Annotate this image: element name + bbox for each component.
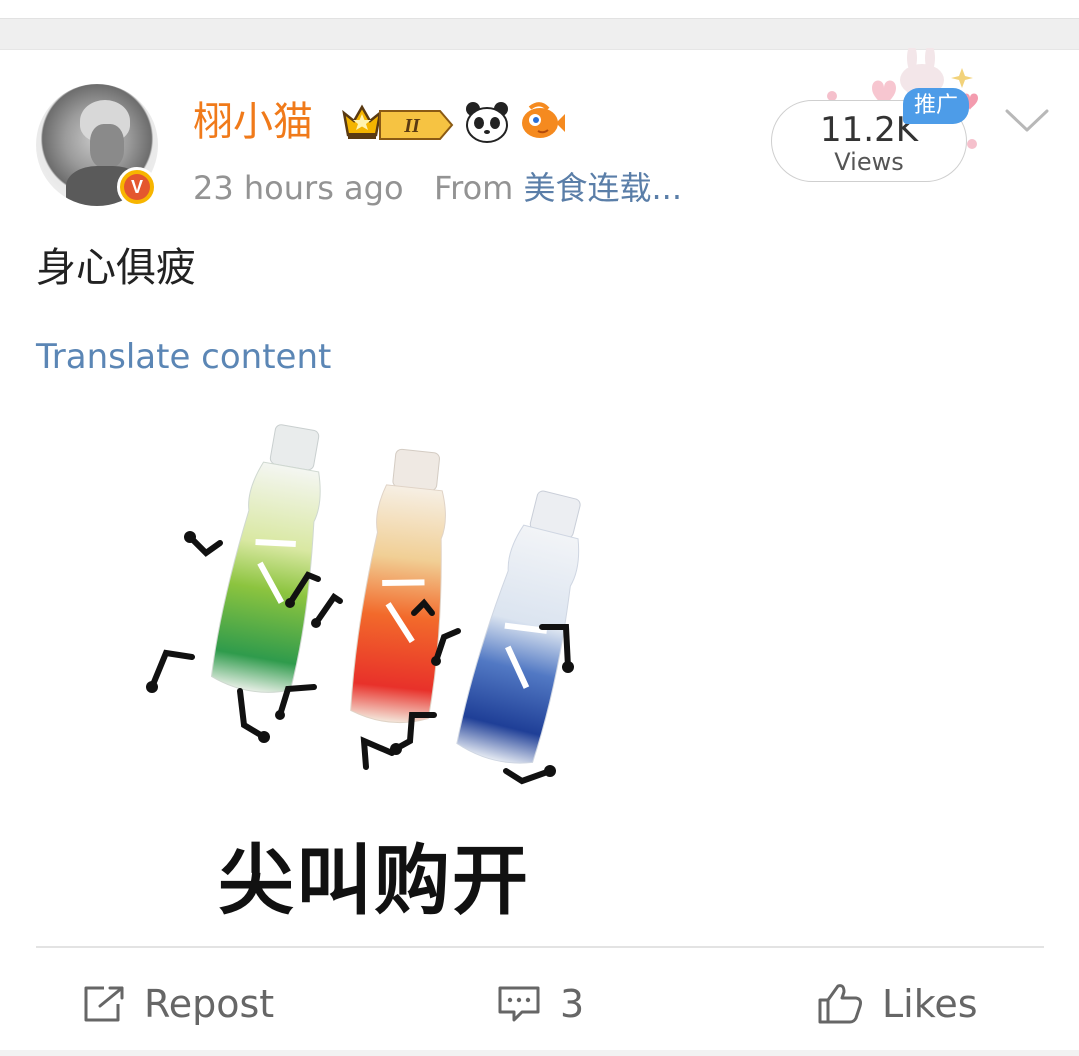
comment-count: 3	[560, 982, 585, 1026]
post-image[interactable]: 尖叫购开	[140, 415, 610, 925]
post-time: 23 hours ago	[193, 169, 404, 207]
like-button[interactable]: Likes	[816, 978, 978, 1030]
svg-text:II: II	[403, 115, 421, 137]
post-text: 身心俱疲	[36, 245, 196, 291]
divider	[36, 946, 1044, 948]
repost-label: Repost	[144, 982, 275, 1026]
image-caption: 尖叫购开	[218, 836, 530, 920]
like-label: Likes	[882, 982, 978, 1026]
avatar-face	[90, 124, 124, 168]
post-meta: 23 hours ago From 美食连载...	[193, 166, 682, 210]
repost-icon	[84, 986, 124, 1022]
feed-separator	[0, 18, 1079, 50]
status-spacer	[0, 0, 1079, 18]
bottom-separator	[0, 1050, 1079, 1056]
fish-icon[interactable]	[518, 100, 566, 148]
repost-button[interactable]: Repost	[82, 978, 274, 1030]
comment-icon	[498, 986, 540, 1022]
comment-button[interactable]: 3	[496, 978, 584, 1030]
chevron-down-icon[interactable]	[1004, 106, 1050, 140]
from-label: From	[434, 169, 514, 207]
translate-link[interactable]: Translate content	[36, 334, 331, 380]
panda-icon[interactable]	[464, 100, 510, 148]
username[interactable]: 栩小猫	[193, 96, 313, 148]
verified-badge-icon: V	[117, 167, 157, 207]
views-label: Views	[834, 148, 904, 176]
crown-level-icon[interactable]: II	[340, 101, 456, 147]
like-icon	[818, 984, 862, 1024]
post-source-link[interactable]: 美食连载...	[524, 169, 683, 207]
promo-tag: 推广	[903, 88, 969, 124]
